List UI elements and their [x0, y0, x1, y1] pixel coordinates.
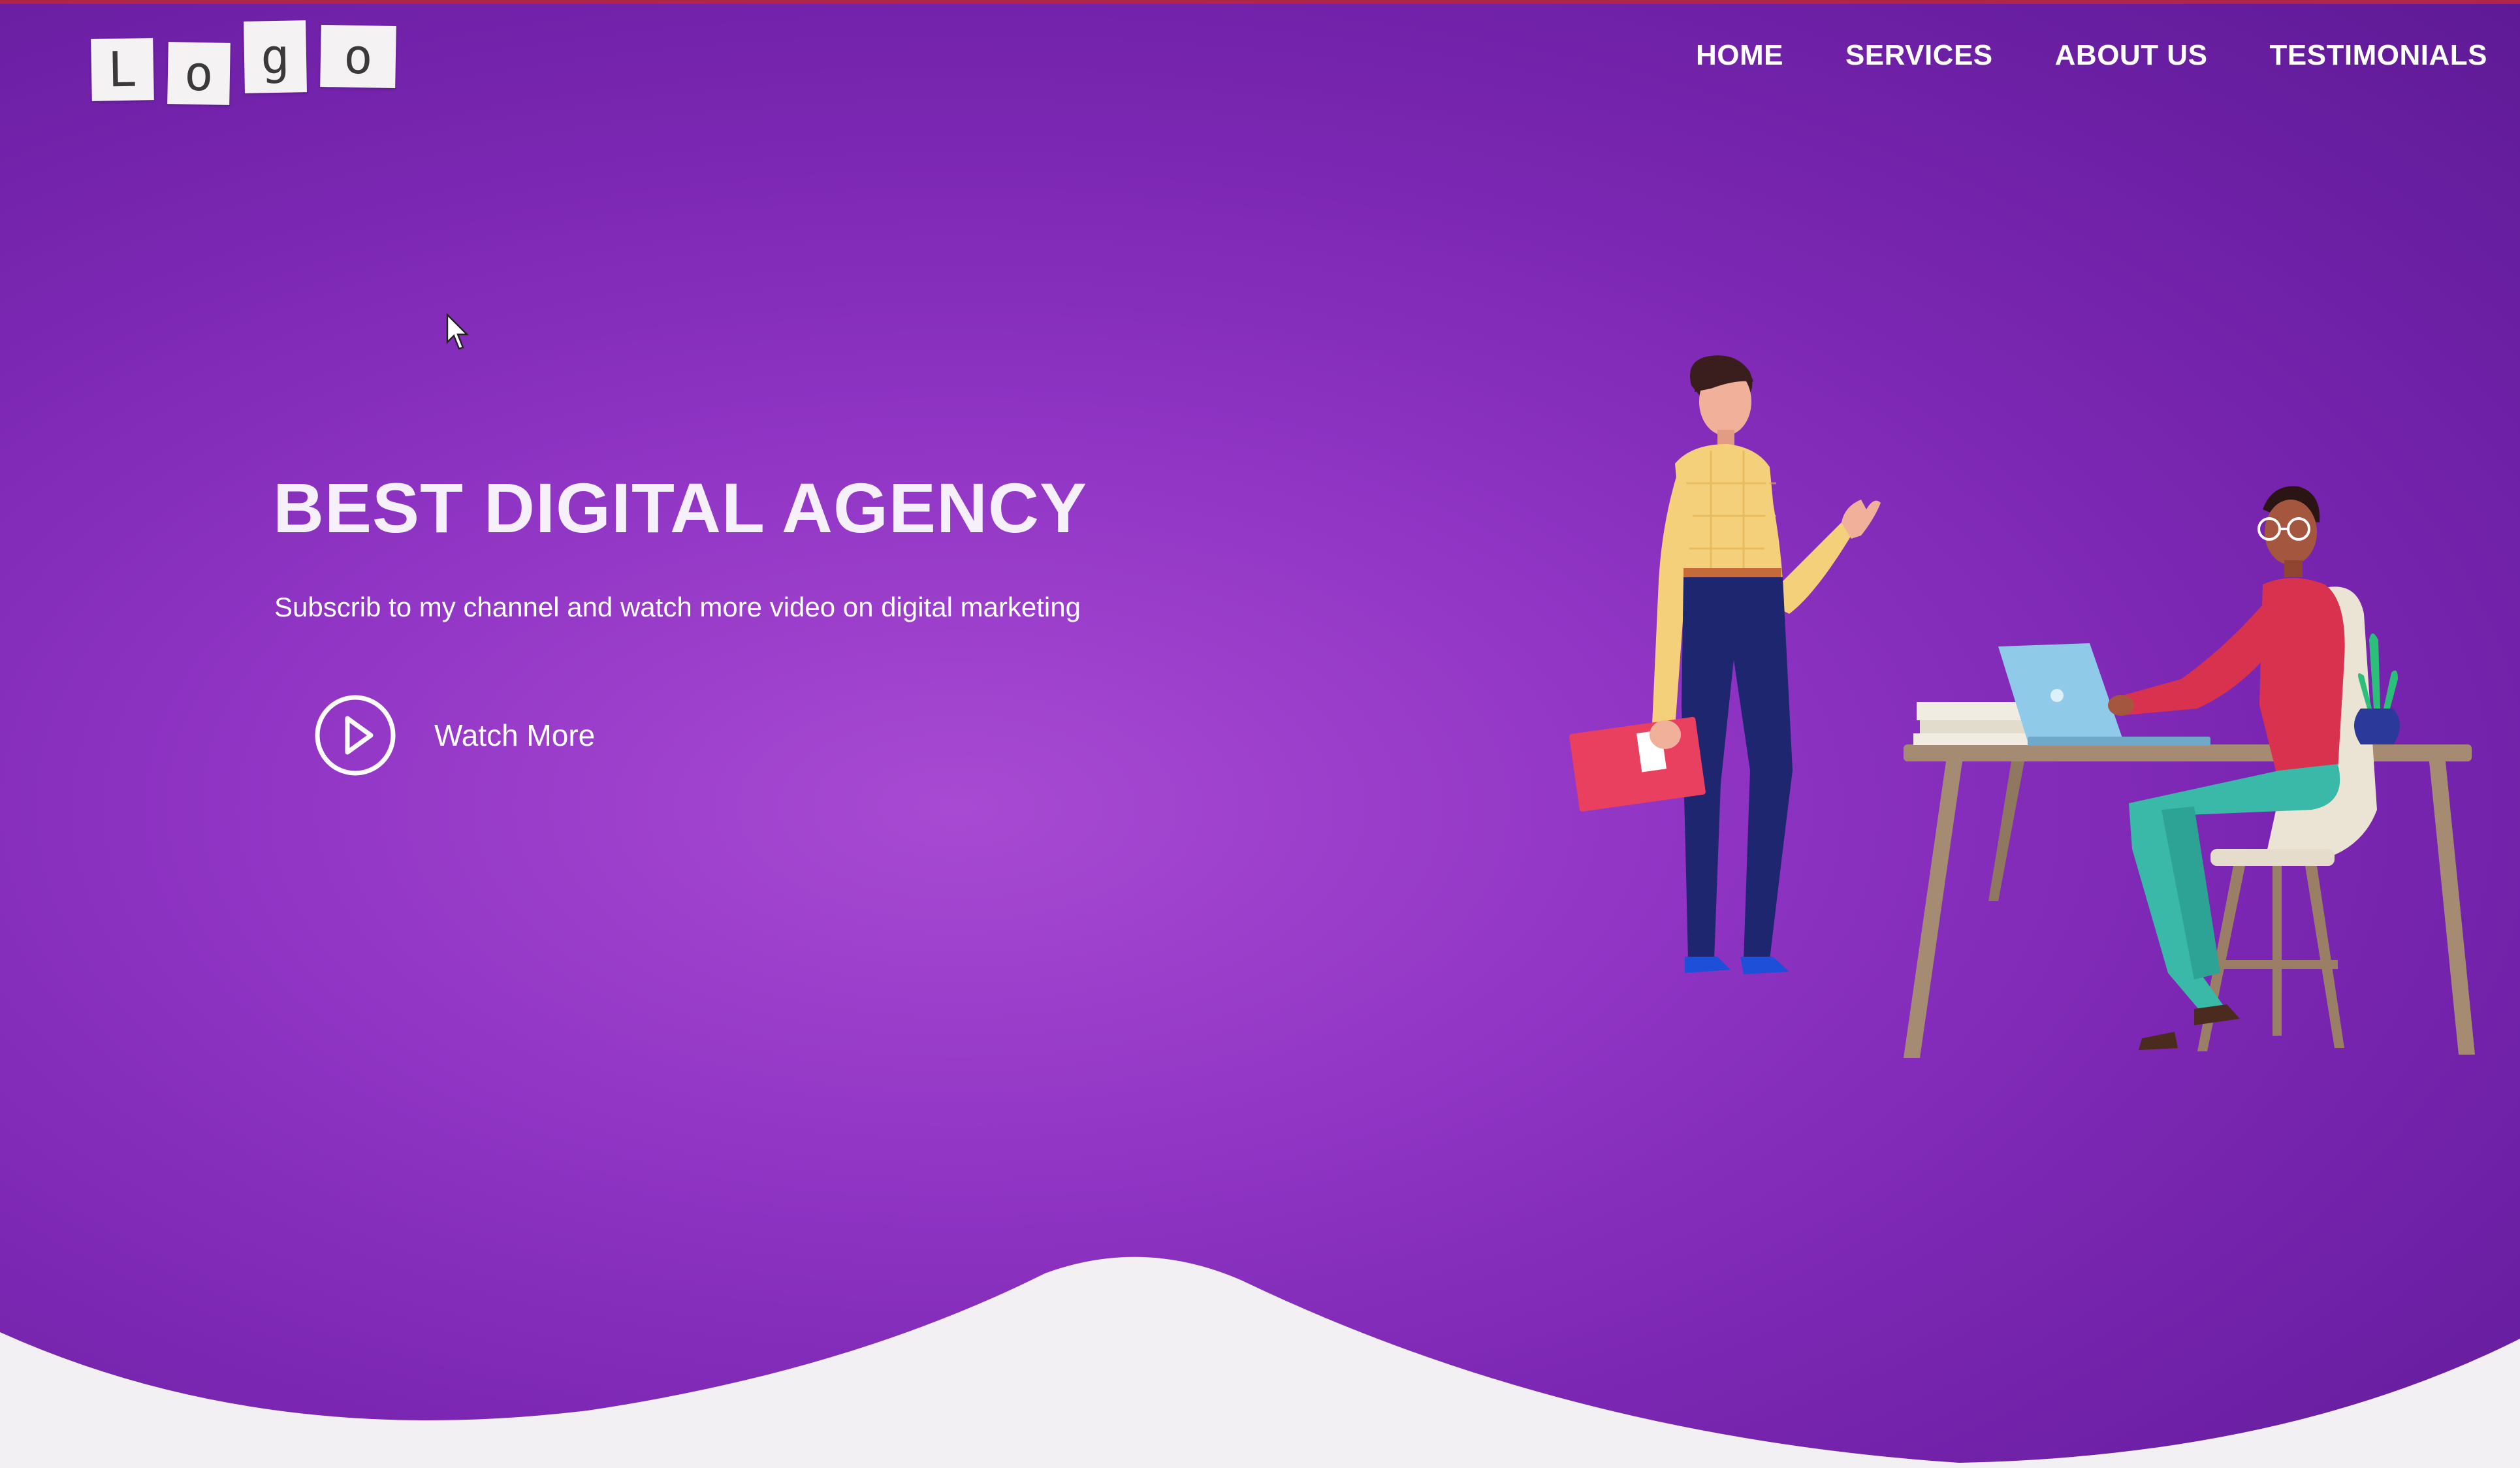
- standing-person-figure: [1569, 355, 1881, 974]
- bottom-wave: [0, 1256, 2520, 1468]
- logo-letter: L: [107, 41, 138, 98]
- logo-letter: o: [183, 45, 214, 102]
- landing-page: L o g o HOME SERVICES ABOUT US TESTIMONI…: [0, 0, 2520, 1468]
- main-nav: HOME SERVICES ABOUT US TESTIMONIALS: [1634, 39, 2487, 72]
- site-logo[interactable]: L o g o: [91, 20, 410, 105]
- watch-more-button[interactable]: Watch More: [312, 692, 595, 778]
- logo-tile: L: [91, 38, 154, 101]
- top-border: [0, 0, 2520, 4]
- hero-subtitle: Subscrib to my channel and watch more vi…: [274, 592, 1081, 622]
- mouse-pointer-icon: [446, 313, 469, 350]
- logo-letter: o: [343, 28, 374, 85]
- logo-tile: o: [320, 25, 396, 88]
- nav-item-about-us[interactable]: ABOUT US: [2055, 39, 2208, 72]
- nav-item-testimonials[interactable]: TESTIMONIALS: [2269, 39, 2487, 72]
- nav-item-services[interactable]: SERVICES: [1845, 39, 1993, 72]
- logo-tile: g: [244, 20, 307, 93]
- nav-item-home[interactable]: HOME: [1696, 39, 1783, 72]
- watch-more-label: Watch More: [434, 718, 596, 752]
- play-circle-icon: [315, 695, 396, 776]
- logo-letter: g: [260, 28, 291, 86]
- hero-title: BEST DIGITAL AGENCY: [273, 468, 1088, 547]
- logo-tile: o: [167, 42, 231, 105]
- office-illustration: [1569, 355, 2475, 1058]
